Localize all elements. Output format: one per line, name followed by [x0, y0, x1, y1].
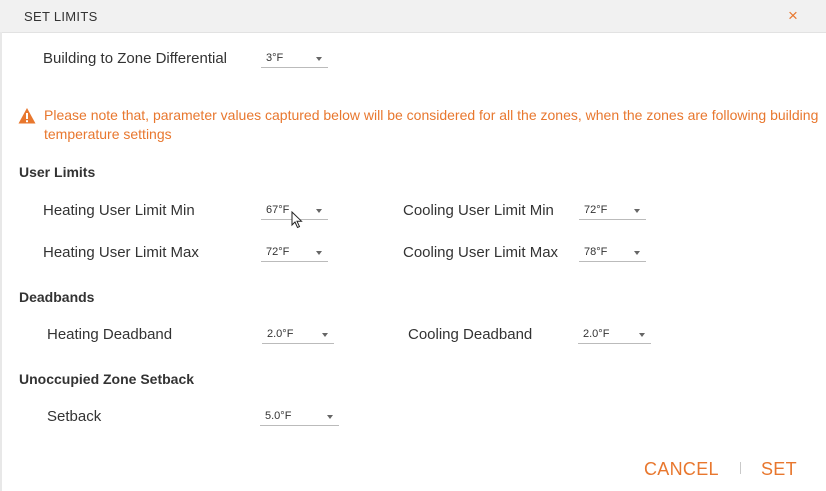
cooling-deadband-value: 2.0°F — [583, 328, 610, 340]
building-differential-label: Building to Zone Differential — [43, 50, 227, 67]
heating-user-limit-max-label: Heating User Limit Max — [43, 244, 199, 261]
cancel-button[interactable]: CANCEL — [644, 459, 719, 480]
setback-select[interactable]: 5.0°F — [260, 408, 339, 426]
chevron-down-icon — [322, 333, 328, 337]
heating-user-limit-min-label: Heating User Limit Min — [43, 202, 195, 219]
footer-divider — [740, 462, 741, 474]
heating-deadband-select[interactable]: 2.0°F — [262, 326, 334, 344]
building-differential-value: 3°F — [266, 52, 284, 64]
warning-triangle-icon — [18, 108, 36, 124]
chevron-down-icon — [316, 209, 322, 213]
cooling-user-limit-min-label: Cooling User Limit Min — [403, 202, 554, 219]
heating-user-limit-max-select[interactable]: 72°F — [261, 244, 328, 262]
set-limits-dialog: SET LIMITS × Building to Zone Differenti… — [0, 0, 826, 491]
setback-value: 5.0°F — [265, 410, 292, 422]
building-differential-select[interactable]: 3°F — [261, 50, 328, 68]
dialog-title: SET LIMITS — [24, 9, 98, 24]
cooling-user-limit-min-select[interactable]: 72°F — [579, 202, 646, 220]
heating-deadband-label: Heating Deadband — [47, 326, 173, 343]
chevron-down-icon — [316, 57, 322, 61]
chevron-down-icon — [639, 333, 645, 337]
close-icon[interactable]: × — [788, 6, 798, 26]
set-button[interactable]: SET — [761, 459, 797, 480]
heating-user-limit-max-value: 72°F — [266, 246, 290, 258]
warning-message: Please note that, parameter values captu… — [44, 107, 819, 142]
cooling-user-limit-max-value: 78°F — [584, 246, 608, 258]
cooling-deadband-select[interactable]: 2.0°F — [578, 326, 651, 344]
chevron-down-icon — [634, 251, 640, 255]
dialog-titlebar: SET LIMITS × — [0, 0, 826, 33]
cooling-user-limit-max-label: Cooling User Limit Max — [403, 244, 559, 261]
deadbands-heading: Deadbands — [19, 289, 95, 305]
heating-user-limit-min-value: 67°F — [266, 204, 290, 216]
unoccupied-zone-setback-heading: Unoccupied Zone Setback — [19, 371, 195, 387]
setback-label: Setback — [47, 408, 102, 425]
user-limits-heading: User Limits — [19, 164, 96, 180]
chevron-down-icon — [316, 251, 322, 255]
chevron-down-icon — [634, 209, 640, 213]
mouse-cursor-icon — [291, 211, 303, 229]
cooling-user-limit-min-value: 72°F — [584, 204, 608, 216]
chevron-down-icon — [327, 415, 333, 419]
dialog-left-border — [0, 32, 2, 491]
cooling-deadband-label: Cooling Deadband — [408, 326, 533, 343]
cooling-user-limit-max-select[interactable]: 78°F — [579, 244, 646, 262]
heating-deadband-value: 2.0°F — [267, 328, 294, 340]
